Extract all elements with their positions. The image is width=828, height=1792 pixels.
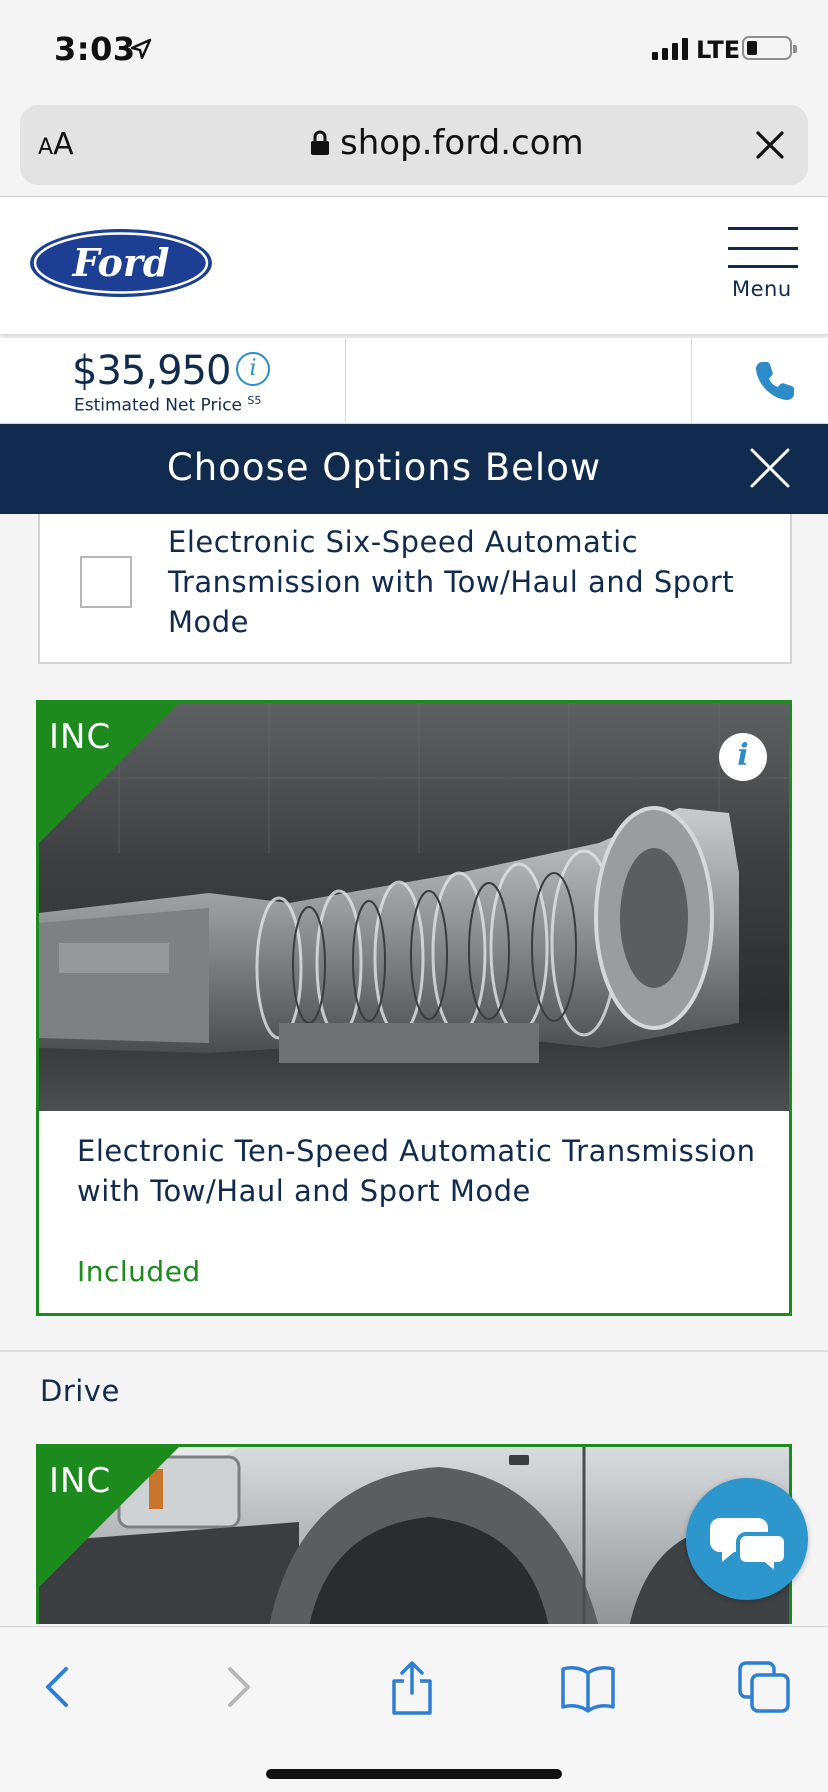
forward-icon[interactable] — [206, 1657, 266, 1717]
option-card-ten-speed[interactable]: INC i Electronic Ten-Speed Automatic Tra… — [36, 700, 792, 1316]
included-badge-label: INC — [49, 717, 112, 757]
lock-icon — [311, 130, 329, 155]
option-card-six-speed[interactable]: Electronic Six-Speed Automatic Transmiss… — [38, 514, 792, 664]
option-status: Included — [77, 1255, 201, 1288]
price-footnote: S5 — [247, 394, 262, 407]
cellular-signal-icon — [652, 36, 688, 60]
option-title: Electronic Ten-Speed Automatic Transmiss… — [77, 1134, 756, 1208]
location-arrow-icon — [130, 38, 152, 60]
price-strip: $35,950 i Estimated Net Price S5 — [0, 338, 828, 424]
home-indicator — [266, 1769, 562, 1779]
price-strip-empty-cell — [346, 338, 692, 424]
svg-text:Ford: Ford — [72, 240, 170, 285]
url-field[interactable]: shop.ford.com — [310, 123, 584, 163]
url-text: shop.ford.com — [340, 123, 584, 163]
price-label: Estimated Net Price S5 — [74, 394, 262, 416]
estimated-price: $35,950 — [72, 348, 231, 394]
back-icon[interactable] — [30, 1657, 90, 1717]
status-time: 3:03 — [54, 30, 136, 68]
info-icon[interactable]: i — [236, 352, 270, 386]
transmission-image: INC i — [39, 703, 789, 1111]
included-badge-label: INC — [49, 1461, 112, 1501]
text-size-button[interactable]: AA — [38, 127, 74, 162]
hamburger-icon — [728, 227, 798, 230]
info-icon[interactable]: i — [719, 733, 767, 781]
option-title: Electronic Six-Speed Automatic Transmiss… — [168, 525, 735, 639]
battery-icon — [742, 36, 797, 60]
browser-toolbar — [0, 1626, 828, 1792]
ford-logo[interactable]: Ford — [28, 227, 214, 299]
section-divider — [0, 1350, 828, 1352]
status-bar: 3:03 LTE — [0, 0, 828, 100]
drive-option-card[interactable]: INC — [36, 1444, 792, 1624]
options-banner-title: Choose Options Below — [166, 446, 602, 489]
close-icon[interactable] — [748, 446, 792, 490]
call-button[interactable] — [692, 338, 828, 424]
menu-label: Menu — [732, 277, 792, 301]
phone-icon — [756, 362, 794, 400]
price-cell: $35,950 i Estimated Net Price S5 — [0, 338, 346, 424]
section-title-drive: Drive — [40, 1374, 120, 1408]
tabs-icon[interactable] — [734, 1657, 794, 1717]
network-type: LTE — [696, 36, 741, 64]
share-icon[interactable] — [382, 1657, 442, 1717]
chat-bubbles-icon — [710, 1518, 788, 1579]
bookmarks-icon[interactable] — [558, 1657, 618, 1717]
menu-button[interactable]: Menu — [726, 227, 798, 307]
close-icon[interactable] — [752, 127, 788, 163]
site-header: Ford Menu — [0, 197, 828, 335]
chat-button[interactable] — [686, 1478, 808, 1600]
option-checkbox[interactable] — [80, 556, 132, 608]
options-banner: Choose Options Below — [0, 424, 828, 514]
address-bar[interactable]: AA shop.ford.com — [20, 105, 808, 185]
